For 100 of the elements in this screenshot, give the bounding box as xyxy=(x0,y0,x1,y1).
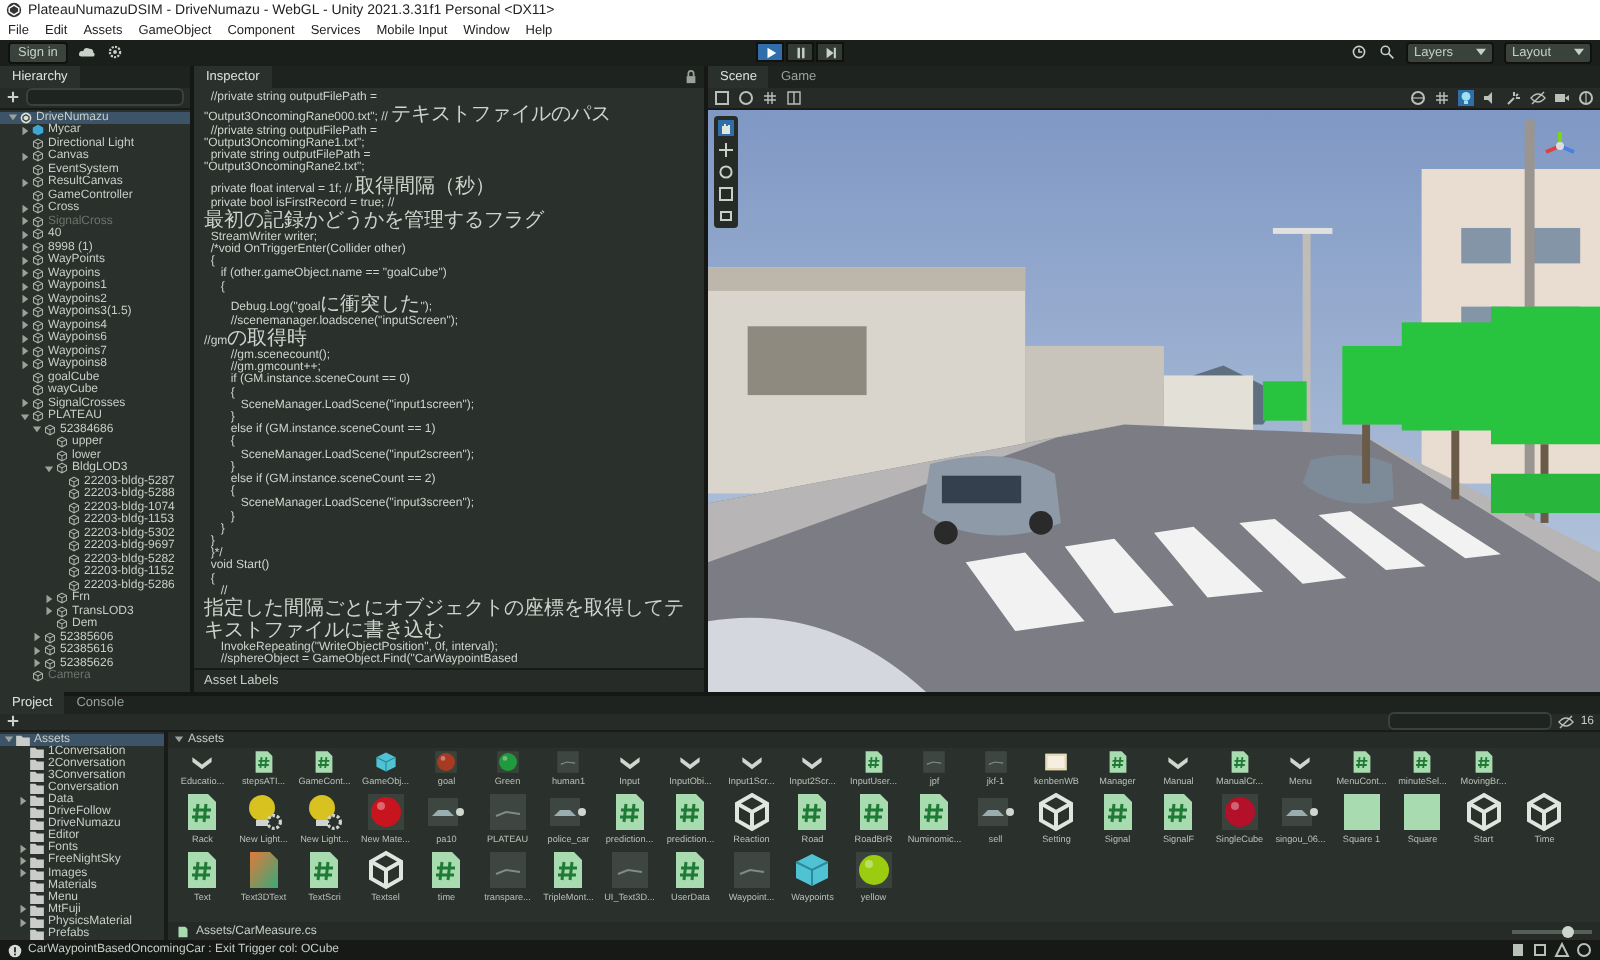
effects-icon[interactable] xyxy=(1506,89,1522,106)
cube-outline-icon[interactable] xyxy=(1036,791,1077,832)
triangle-right-icon[interactable] xyxy=(44,593,54,604)
gear-icon[interactable] xyxy=(105,44,124,61)
cube-icon[interactable] xyxy=(792,849,833,890)
triangle-right-icon[interactable] xyxy=(20,294,30,305)
cube-icon[interactable] xyxy=(373,749,398,774)
script-file-icon[interactable] xyxy=(1349,749,1374,774)
sphere-icon[interactable] xyxy=(495,749,520,774)
script-file-icon[interactable] xyxy=(1410,749,1435,774)
triangle-down-icon[interactable] xyxy=(32,424,42,435)
triangle-right-icon[interactable] xyxy=(20,333,30,344)
triangle-right-icon[interactable] xyxy=(20,177,30,188)
plus-icon[interactable] xyxy=(6,90,20,105)
script-file-icon[interactable] xyxy=(251,749,276,774)
script-file-icon[interactable] xyxy=(1471,749,1496,774)
square-icon[interactable] xyxy=(1402,791,1443,832)
plus-icon[interactable] xyxy=(6,714,20,729)
search-icon[interactable] xyxy=(1378,44,1396,61)
triangle-down-icon[interactable] xyxy=(4,734,14,745)
lightbulb-gear-icon[interactable] xyxy=(243,791,284,832)
thumbnail-icon[interactable] xyxy=(731,849,772,890)
script-file-icon[interactable] xyxy=(312,749,337,774)
sphere-outline-icon[interactable] xyxy=(738,89,754,106)
triangle-right-icon[interactable] xyxy=(20,268,30,279)
triangle-right-icon[interactable] xyxy=(18,843,28,854)
rect-tool-icon[interactable] xyxy=(718,207,734,224)
thumbnail-icon[interactable] xyxy=(922,749,947,774)
triangle-right-icon[interactable] xyxy=(20,281,30,292)
triangle-right-icon[interactable] xyxy=(18,795,28,806)
history-icon[interactable] xyxy=(1350,44,1368,61)
rotate-icon[interactable] xyxy=(718,163,734,180)
lightbulb-icon[interactable] xyxy=(1458,89,1474,106)
sphere-icon[interactable] xyxy=(365,791,406,832)
clock-icon[interactable] xyxy=(1576,942,1592,959)
triangle-right-icon[interactable] xyxy=(20,398,30,409)
gizmo-globe-icon[interactable] xyxy=(1578,89,1594,106)
triangle-right-icon[interactable] xyxy=(20,359,30,370)
cube-outline-icon[interactable] xyxy=(731,791,772,832)
triangle-right-icon[interactable] xyxy=(18,904,28,915)
speaker-icon[interactable] xyxy=(1482,89,1498,106)
play-button[interactable] xyxy=(756,42,784,63)
move-arrows-icon[interactable] xyxy=(718,141,734,158)
square-icon[interactable] xyxy=(1341,791,1382,832)
cube-outline-icon[interactable] xyxy=(1524,791,1565,832)
script-file-icon[interactable] xyxy=(1227,749,1252,774)
triangle-right-icon[interactable] xyxy=(20,151,30,162)
document-icon[interactable] xyxy=(1510,942,1526,959)
sphere-icon[interactable] xyxy=(434,749,459,774)
slider-thumb[interactable] xyxy=(1562,925,1574,938)
triangle-right-icon[interactable] xyxy=(18,856,28,867)
thumbnail-icon[interactable] xyxy=(487,791,528,832)
database-icon[interactable] xyxy=(1532,942,1548,959)
thumbnail-icon[interactable] xyxy=(983,749,1008,774)
script-file-icon[interactable] xyxy=(861,749,886,774)
eye-crossed-icon[interactable] xyxy=(1530,89,1546,106)
image-thumbnail-icon[interactable] xyxy=(1044,749,1069,774)
pause-button[interactable] xyxy=(786,42,814,63)
icon-size-slider[interactable] xyxy=(1512,929,1592,934)
triangle-right-icon[interactable] xyxy=(32,658,42,669)
triangle-right-icon[interactable] xyxy=(20,255,30,266)
thumbnail-icon[interactable] xyxy=(556,749,581,774)
triangle-down-icon[interactable] xyxy=(44,463,54,474)
triangle-down-icon[interactable] xyxy=(8,112,18,123)
triangle-right-icon[interactable] xyxy=(32,645,42,656)
globe-icon[interactable] xyxy=(1410,89,1426,106)
search-field[interactable] xyxy=(1388,712,1553,731)
step-button[interactable] xyxy=(816,42,844,63)
triangle-right-icon[interactable] xyxy=(20,320,30,331)
cube-outline-icon[interactable] xyxy=(365,849,406,890)
triangle-right-icon[interactable] xyxy=(18,917,28,927)
cloud-icon[interactable] xyxy=(77,44,96,61)
script-file-icon[interactable] xyxy=(1105,749,1130,774)
snap-icon[interactable] xyxy=(786,89,802,106)
triangle-right-icon[interactable] xyxy=(18,868,28,879)
triangle-right-icon[interactable] xyxy=(44,606,54,617)
draw-mode-icon[interactable] xyxy=(714,89,730,106)
hand-icon[interactable] xyxy=(718,119,734,136)
network-icon[interactable] xyxy=(1554,942,1570,959)
lightbulb-gear-icon[interactable] xyxy=(304,791,345,832)
thumbnail-icon[interactable] xyxy=(609,849,650,890)
camera-icon[interactable] xyxy=(1554,89,1570,106)
lock-icon[interactable] xyxy=(684,69,698,84)
grid-icon[interactable] xyxy=(1434,89,1450,106)
triangle-right-icon[interactable] xyxy=(20,242,30,253)
scale-icon[interactable] xyxy=(718,185,734,202)
eye-crossed-icon[interactable] xyxy=(1558,713,1575,730)
triangle-right-icon[interactable] xyxy=(20,203,30,214)
triangle-right-icon[interactable] xyxy=(20,346,30,357)
triangle-down-icon[interactable] xyxy=(20,411,30,422)
thumbnail-icon[interactable] xyxy=(487,849,528,890)
sphere-icon[interactable] xyxy=(1219,791,1260,832)
sphere-icon[interactable] xyxy=(853,849,894,890)
triangle-right-icon[interactable] xyxy=(32,632,42,643)
triangle-right-icon[interactable] xyxy=(20,229,30,240)
grid-icon[interactable] xyxy=(762,89,778,106)
triangle-right-icon[interactable] xyxy=(20,307,30,318)
search-field[interactable] xyxy=(26,88,184,107)
cube-outline-icon[interactable] xyxy=(1463,791,1504,832)
triangle-right-icon[interactable] xyxy=(20,125,30,136)
